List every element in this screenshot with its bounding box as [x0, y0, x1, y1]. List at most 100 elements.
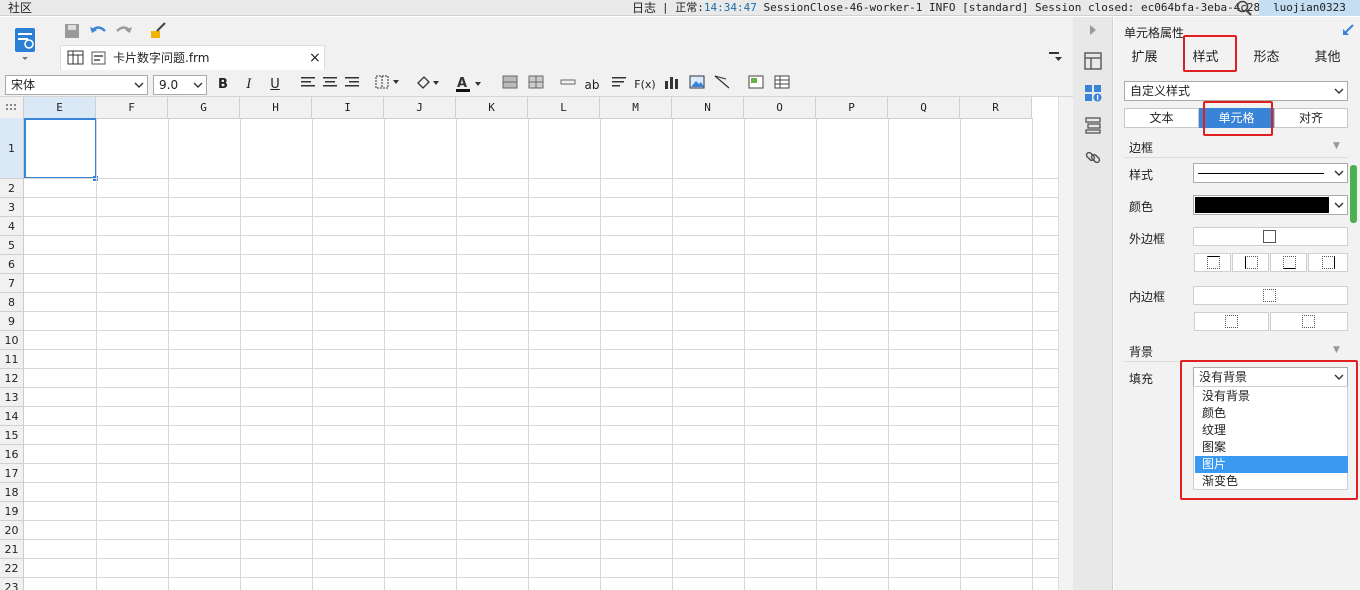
border-top-button[interactable] — [1194, 253, 1231, 272]
fill-color-icon[interactable] — [414, 75, 444, 95]
freeze-pane-icon[interactable] — [746, 75, 766, 95]
row-header[interactable]: 17 — [0, 464, 24, 483]
row-header[interactable]: 23 — [0, 578, 24, 590]
select-all-corner[interactable] — [0, 97, 24, 119]
row-header[interactable]: 11 — [0, 350, 24, 369]
column-header[interactable]: K — [456, 97, 528, 119]
wrap-text-icon[interactable] — [609, 75, 629, 95]
image-icon[interactable] — [687, 75, 707, 95]
cell-property-icon[interactable] — [1084, 84, 1102, 105]
row-header[interactable]: 12 — [0, 369, 24, 388]
row-header[interactable]: 13 — [0, 388, 24, 407]
close-tab-button[interactable]: × — [309, 46, 321, 70]
row-header[interactable]: 7 — [0, 274, 24, 293]
formula-button[interactable]: F(x) — [633, 75, 657, 95]
row-header[interactable]: 15 — [0, 426, 24, 445]
redo-icon[interactable] — [114, 21, 134, 41]
align-left-icon[interactable] — [298, 75, 318, 95]
border-style-select[interactable] — [1193, 163, 1348, 183]
row-header[interactable]: 6 — [0, 255, 24, 274]
row-header[interactable]: 20 — [0, 521, 24, 540]
layout-panel-icon[interactable] — [1084, 52, 1102, 73]
merge-cells-icon[interactable] — [500, 75, 520, 95]
vertical-scrollbar[interactable] — [1058, 97, 1073, 590]
toolbar-overflow-icon[interactable] — [1049, 51, 1063, 66]
community-link[interactable]: 社区 — [8, 0, 32, 16]
row-header[interactable]: 22 — [0, 559, 24, 578]
inner-horizontal-button[interactable] — [1194, 312, 1269, 331]
border-color-select[interactable] — [1193, 195, 1348, 215]
outer-border-all-button[interactable] — [1193, 227, 1348, 246]
bold-button[interactable]: B — [213, 75, 233, 95]
column-header[interactable]: H — [240, 97, 312, 119]
column-header[interactable]: F — [96, 97, 168, 119]
row-header[interactable]: 19 — [0, 502, 24, 521]
segment-align[interactable]: 对齐 — [1274, 108, 1348, 128]
border-bottom-button[interactable] — [1270, 253, 1307, 272]
font-size-select[interactable]: 9.0 — [153, 75, 207, 95]
row-header[interactable]: 1 — [0, 118, 24, 179]
font-color-icon[interactable]: A — [454, 75, 484, 95]
insert-row-icon[interactable] — [558, 75, 578, 95]
column-header[interactable]: P — [816, 97, 888, 119]
column-header[interactable]: O — [744, 97, 816, 119]
column-header[interactable]: G — [168, 97, 240, 119]
row-header[interactable]: 16 — [0, 445, 24, 464]
collapse-arrow-icon[interactable] — [1088, 24, 1098, 39]
selected-cell[interactable] — [24, 118, 97, 179]
tab-expand[interactable]: 扩展 — [1114, 44, 1175, 72]
dock-arrow-icon[interactable] — [1341, 23, 1355, 40]
column-header[interactable]: J — [384, 97, 456, 119]
style-type-select[interactable]: 自定义样式 — [1124, 81, 1348, 101]
inner-vertical-button[interactable] — [1270, 312, 1348, 331]
row-header[interactable]: 4 — [0, 217, 24, 236]
column-header[interactable]: L — [528, 97, 600, 119]
align-right-icon[interactable] — [342, 75, 362, 95]
row-header[interactable]: 2 — [0, 179, 24, 198]
column-header[interactable]: N — [672, 97, 744, 119]
tab-other[interactable]: 其他 — [1297, 44, 1358, 72]
log-link[interactable]: 日志 — [632, 0, 656, 16]
slash-line-icon[interactable] — [712, 75, 732, 95]
file-tab[interactable]: 卡片数字问题.frm × — [60, 45, 325, 70]
row-header[interactable]: 10 — [0, 331, 24, 350]
section-collapse-icon[interactable]: ▼ — [1333, 345, 1340, 355]
row-header[interactable]: 14 — [0, 407, 24, 426]
undo-icon[interactable] — [88, 21, 108, 41]
row-header[interactable]: 3 — [0, 198, 24, 217]
border-right-button[interactable] — [1308, 253, 1348, 272]
save-icon[interactable] — [62, 21, 82, 41]
row-header[interactable]: 5 — [0, 236, 24, 255]
segment-text[interactable]: 文本 — [1124, 108, 1199, 128]
align-center-icon[interactable] — [320, 75, 340, 95]
row-header[interactable]: 21 — [0, 540, 24, 559]
column-header[interactable]: I — [312, 97, 384, 119]
format-brush-icon[interactable] — [148, 21, 168, 41]
underline-button[interactable]: U — [265, 75, 285, 95]
spreadsheet-grid[interactable]: EFGHIJKLMNOPQR 1 2 3 4 5 6 7 8 9 10 11 12 13 14 15 16 17… — [0, 97, 1058, 590]
column-header[interactable]: Q — [888, 97, 960, 119]
column-header[interactable]: E — [24, 97, 96, 119]
user-account-badge[interactable]: luojian0323 — [1259, 0, 1360, 16]
sheet-layout-icon[interactable] — [772, 75, 792, 95]
text-tool-button[interactable]: ab — [582, 75, 602, 95]
column-header[interactable]: M — [600, 97, 672, 119]
chart-icon[interactable] — [662, 75, 682, 95]
split-cells-icon[interactable] — [526, 75, 546, 95]
row-header[interactable]: 9 — [0, 312, 24, 331]
section-collapse-icon[interactable]: ▼ — [1333, 141, 1340, 151]
row-header[interactable]: 8 — [0, 293, 24, 312]
template-menu-button[interactable] — [12, 26, 40, 62]
font-family-select[interactable]: 宋体 — [5, 75, 148, 95]
panel-scrollbar[interactable] — [1350, 165, 1357, 223]
column-header[interactable]: R — [960, 97, 1032, 119]
search-icon[interactable] — [1236, 0, 1252, 16]
border-left-button[interactable] — [1232, 253, 1269, 272]
tab-form[interactable]: 形态 — [1236, 44, 1297, 72]
link-icon[interactable] — [1084, 148, 1102, 169]
widget-list-icon[interactable] — [1084, 116, 1102, 137]
row-header[interactable]: 18 — [0, 483, 24, 502]
italic-button[interactable]: I — [239, 75, 259, 95]
border-menu-icon[interactable] — [374, 75, 404, 95]
inner-border-all-button[interactable] — [1193, 286, 1348, 305]
